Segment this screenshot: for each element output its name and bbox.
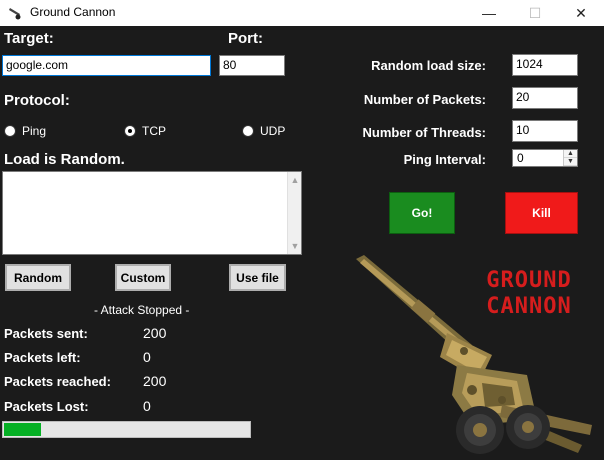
port-label: Port: [228, 30, 263, 47]
load-status-label: Load is Random. [4, 151, 125, 168]
radio-button[interactable] [4, 125, 16, 137]
cannon-icon [9, 8, 21, 20]
radio-label: Ping [22, 124, 47, 138]
close-icon: ✕ [575, 4, 587, 21]
ping-interval-value: 0 [517, 151, 524, 165]
close-button[interactable]: ✕ [558, 0, 604, 26]
target-input[interactable]: google.com [2, 55, 211, 76]
packets-lost-label: Packets Lost: [4, 399, 89, 414]
packets-lost-value: 0 [143, 398, 151, 414]
radio-button[interactable] [124, 125, 136, 137]
num-threads-input[interactable]: 10 [512, 120, 578, 142]
num-packets-label: Number of Packets: [363, 92, 486, 107]
custom-button[interactable]: Custom [115, 264, 171, 291]
protocol-label: Protocol: [4, 92, 70, 109]
radio-label: UDP [260, 124, 286, 138]
attack-status: - Attack Stopped - [94, 303, 190, 317]
protocol-radio-tcp[interactable]: TCP [124, 124, 166, 138]
use-file-button[interactable]: Use file [229, 264, 286, 291]
packets-left-value: 0 [143, 349, 151, 365]
num-packets-input[interactable]: 20 [512, 87, 578, 109]
spin-up-icon[interactable]: ▲ [564, 150, 577, 158]
protocol-radio-ping[interactable]: Ping [4, 124, 46, 138]
spin-down-icon[interactable]: ▼ [564, 158, 577, 166]
title-bar: Ground Cannon — ☐ ✕ [0, 0, 604, 26]
random-load-size-input[interactable]: 1024 [512, 54, 578, 76]
packets-sent-value: 200 [143, 325, 167, 341]
ping-interval-spinbox[interactable]: 0 ▲ ▼ [512, 149, 578, 167]
ping-interval-label: Ping Interval: [403, 152, 486, 167]
maximize-icon: ☐ [528, 4, 542, 21]
packets-left-label: Packets left: [4, 350, 81, 365]
go-button[interactable]: Go! [389, 192, 455, 234]
packets-reached-value: 200 [143, 373, 167, 389]
random-load-size-label: Random load size: [371, 58, 486, 73]
cannon-artwork [356, 255, 592, 454]
maximize-button[interactable]: ☐ [512, 0, 558, 26]
protocol-radio-udp[interactable]: UDP [242, 124, 285, 138]
port-input[interactable]: 80 [219, 55, 285, 76]
packets-reached-label: Packets reached: [4, 374, 111, 389]
minimize-button[interactable]: — [466, 0, 512, 26]
progress-bar [2, 421, 251, 438]
scroll-down-icon[interactable]: ▼ [288, 239, 302, 253]
radio-label: TCP [142, 124, 166, 138]
scroll-up-icon[interactable]: ▲ [288, 173, 302, 187]
radio-button[interactable] [242, 125, 254, 137]
target-label: Target: [4, 30, 54, 47]
load-scrollbar[interactable]: ▲ ▼ [287, 172, 301, 254]
minimize-icon: — [482, 5, 496, 21]
kill-button[interactable]: Kill [505, 192, 578, 234]
load-textarea[interactable]: ▲ ▼ [2, 171, 302, 255]
num-threads-label: Number of Threads: [362, 125, 486, 140]
packets-sent-label: Packets sent: [4, 326, 88, 341]
progress-fill [4, 423, 41, 436]
random-button[interactable]: Random [5, 264, 71, 291]
window-title: Ground Cannon [30, 5, 116, 19]
